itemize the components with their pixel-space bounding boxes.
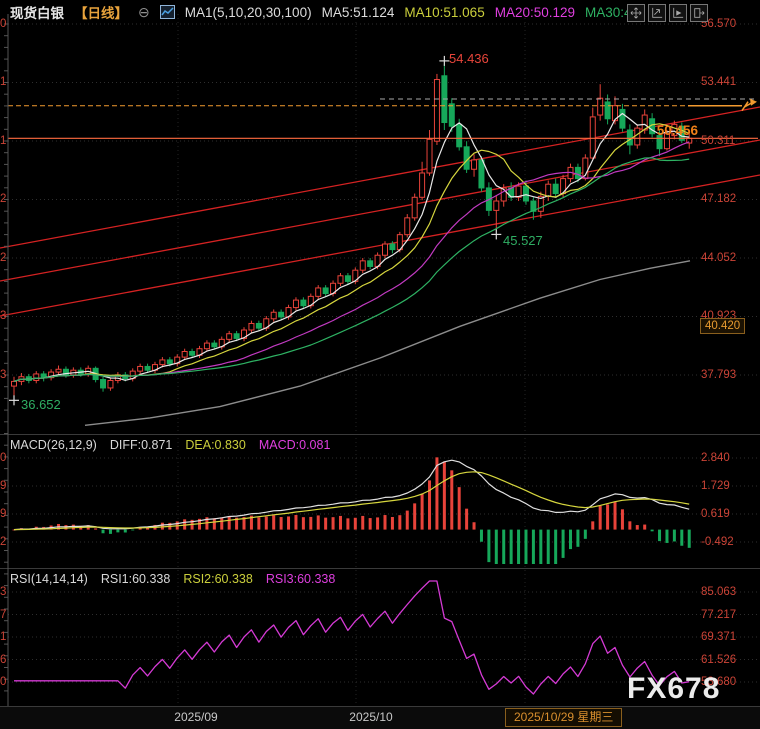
time-axis[interactable]: 2025/09 2025/10	[0, 707, 760, 729]
period-label: 【日线】	[74, 2, 128, 22]
current-price-label: 50.456	[644, 123, 698, 138]
rsi3-value: RSI3:60.338	[266, 572, 336, 586]
macd-value: MACD:0.081	[259, 438, 331, 452]
price-axis-label: 53.441	[701, 75, 736, 89]
left-low-annotation: 36.652	[21, 397, 61, 412]
selected-date-label: 2025/10/29 星期三	[505, 708, 622, 727]
instrument-title: 现货白银	[10, 2, 64, 22]
macd-header: MACD(26,12,9) DIFF:0.871 DEA:0.830 MACD:…	[10, 438, 330, 452]
price-axis-label: 85.063	[701, 585, 736, 599]
collapse-icon[interactable]: ⊖	[138, 4, 150, 21]
price-axis-label: 69.371	[701, 630, 736, 644]
left-axis-digit: 7	[0, 608, 6, 622]
macd-dea-value: DEA:0.830	[185, 438, 245, 452]
price-axis-label: 47.182	[701, 192, 736, 206]
left-axis-digit: 0	[0, 17, 6, 31]
price-axis-label: 50.311	[701, 134, 735, 148]
left-axis-digit: 9	[0, 507, 6, 521]
left-axis-digit: 0	[0, 675, 6, 689]
price-axis-label: 1.729	[701, 479, 730, 493]
axis-play-icon[interactable]	[669, 4, 687, 22]
price-axis-label: -0.492	[701, 535, 734, 549]
rsi2-value: RSI2:60.338	[183, 572, 253, 586]
macd-diff-value: DIFF:0.871	[110, 438, 173, 452]
peak-price-annotation: 54.436	[449, 51, 489, 66]
price-axis-label: 0.619	[701, 507, 730, 521]
alert-level-label: 40.420	[700, 318, 745, 334]
left-axis-digit: 1	[0, 134, 6, 148]
left-axis-digit: 6	[0, 653, 6, 667]
month-label: 2025/09	[174, 710, 217, 724]
left-axis-digit: 9	[0, 479, 6, 493]
title-bar: 现货白银 【日线】 ⊖ MA1(5,10,20,30,100) MA5:51.1…	[10, 2, 643, 22]
left-axis-digit: 2	[0, 192, 6, 206]
price-axis-label: 77.217	[701, 608, 736, 622]
chart-type-icon[interactable]	[160, 5, 175, 19]
left-axis-digit: 2	[0, 251, 6, 265]
chart-canvas[interactable]	[0, 0, 760, 729]
ma10-value: MA10:51.065	[404, 5, 484, 20]
left-axis-digit: 1	[0, 630, 6, 644]
price-axis-label: 61.526	[701, 653, 736, 667]
ma5-value: MA5:51.124	[322, 5, 395, 20]
macd-settings-label: MACD(26,12,9)	[10, 438, 97, 452]
rsi-settings-label: RSI(14,14,14)	[10, 572, 88, 586]
trough-price-annotation: 45.527	[503, 233, 543, 248]
left-axis-digit: 1	[0, 75, 6, 89]
brand-watermark: FX678	[627, 672, 720, 706]
price-axis-label: 2.840	[701, 451, 730, 465]
axis-zoom-icon[interactable]	[648, 4, 666, 22]
chart-window: 0112233099237160 56.57053.44150.31147.18…	[0, 0, 760, 729]
panel-collapse-icon[interactable]	[690, 4, 708, 22]
left-axis-digit: 3	[0, 585, 6, 599]
rsi1-value: RSI1:60.338	[101, 572, 171, 586]
chart-toolbar	[627, 4, 708, 22]
left-axis-digit: 0	[0, 451, 6, 465]
rsi-header: RSI(14,14,14) RSI1:60.338 RSI2:60.338 RS…	[10, 572, 335, 586]
month-label: 2025/10	[349, 710, 392, 724]
ma-settings-label: MA1(5,10,20,30,100)	[185, 5, 312, 20]
ma20-value: MA20:50.129	[495, 5, 575, 20]
price-axis-label: 44.052	[701, 251, 736, 265]
price-axis-label: 37.793	[701, 368, 736, 382]
pan-icon[interactable]	[627, 4, 645, 22]
left-axis-digit: 3	[0, 368, 6, 382]
left-axis-digit: 2	[0, 535, 6, 549]
left-axis-digit: 3	[0, 309, 6, 323]
